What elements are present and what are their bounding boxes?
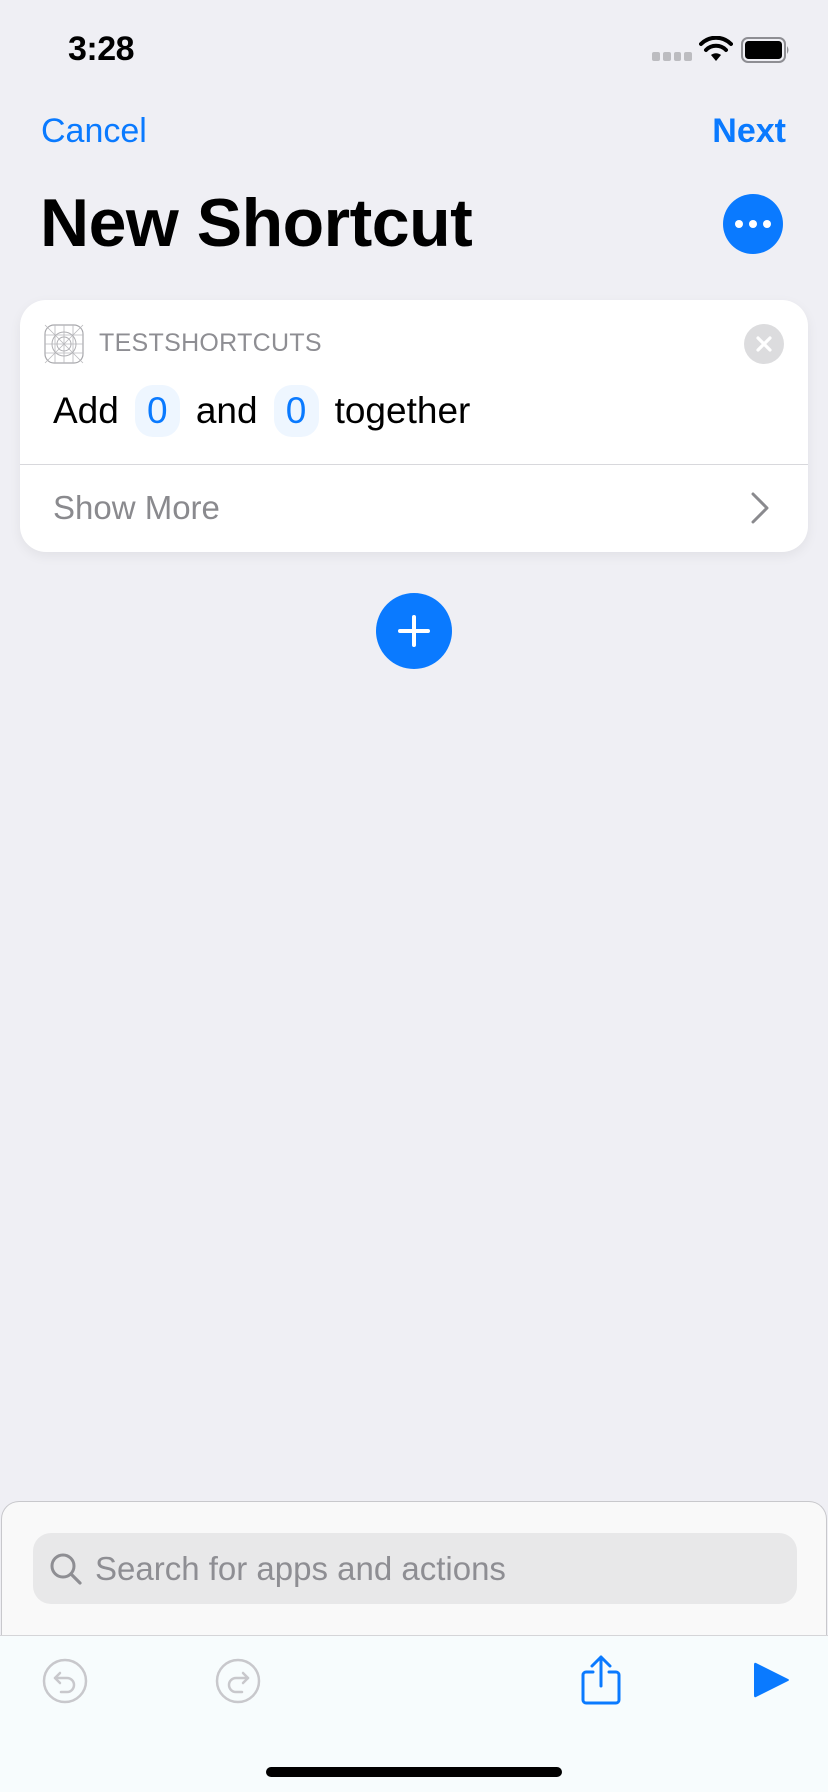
battery-icon (741, 37, 789, 63)
action-word: Add (53, 390, 119, 431)
cancel-button[interactable]: Cancel (41, 112, 147, 151)
search-icon (50, 1553, 82, 1585)
action-card: TESTSHORTCUTS Add 0 and 0 together Show … (20, 300, 808, 552)
ellipsis-dot (749, 220, 757, 228)
play-icon[interactable] (752, 1660, 792, 1700)
plus-icon (398, 615, 430, 647)
wifi-icon (699, 36, 733, 61)
add-action-button[interactable] (376, 593, 452, 669)
share-icon[interactable] (580, 1654, 622, 1706)
search-input[interactable] (95, 1549, 775, 1588)
undo-icon[interactable] (42, 1658, 88, 1704)
next-button[interactable]: Next (712, 112, 786, 151)
search-field[interactable] (33, 1533, 797, 1604)
actions-search-sheet (1, 1501, 827, 1636)
show-more-label: Show More (53, 489, 220, 526)
action-word: and (195, 390, 258, 431)
bottom-toolbar (0, 1635, 828, 1792)
cellular-signal-icon (652, 52, 692, 62)
redo-icon[interactable] (215, 1658, 261, 1704)
ellipsis-icon (735, 220, 743, 228)
remove-action-button[interactable] (744, 324, 784, 364)
action-summary: Add 0 and 0 together (53, 384, 470, 438)
action-word: together (334, 390, 471, 431)
status-time: 3:28 (68, 30, 135, 68)
chevron-right-icon (751, 492, 769, 524)
second-number-parameter[interactable]: 0 (273, 385, 319, 437)
show-more-row[interactable]: Show More (20, 465, 808, 552)
first-number-parameter[interactable]: 0 (134, 385, 180, 437)
ellipsis-dot (763, 220, 771, 228)
close-icon (756, 336, 772, 352)
page-title: New Shortcut (40, 185, 473, 261)
more-options-button[interactable] (723, 194, 783, 254)
app-placeholder-grid-icon (44, 324, 84, 364)
home-indicator (266, 1767, 562, 1777)
app-name-label: TESTSHORTCUTS (99, 329, 322, 357)
